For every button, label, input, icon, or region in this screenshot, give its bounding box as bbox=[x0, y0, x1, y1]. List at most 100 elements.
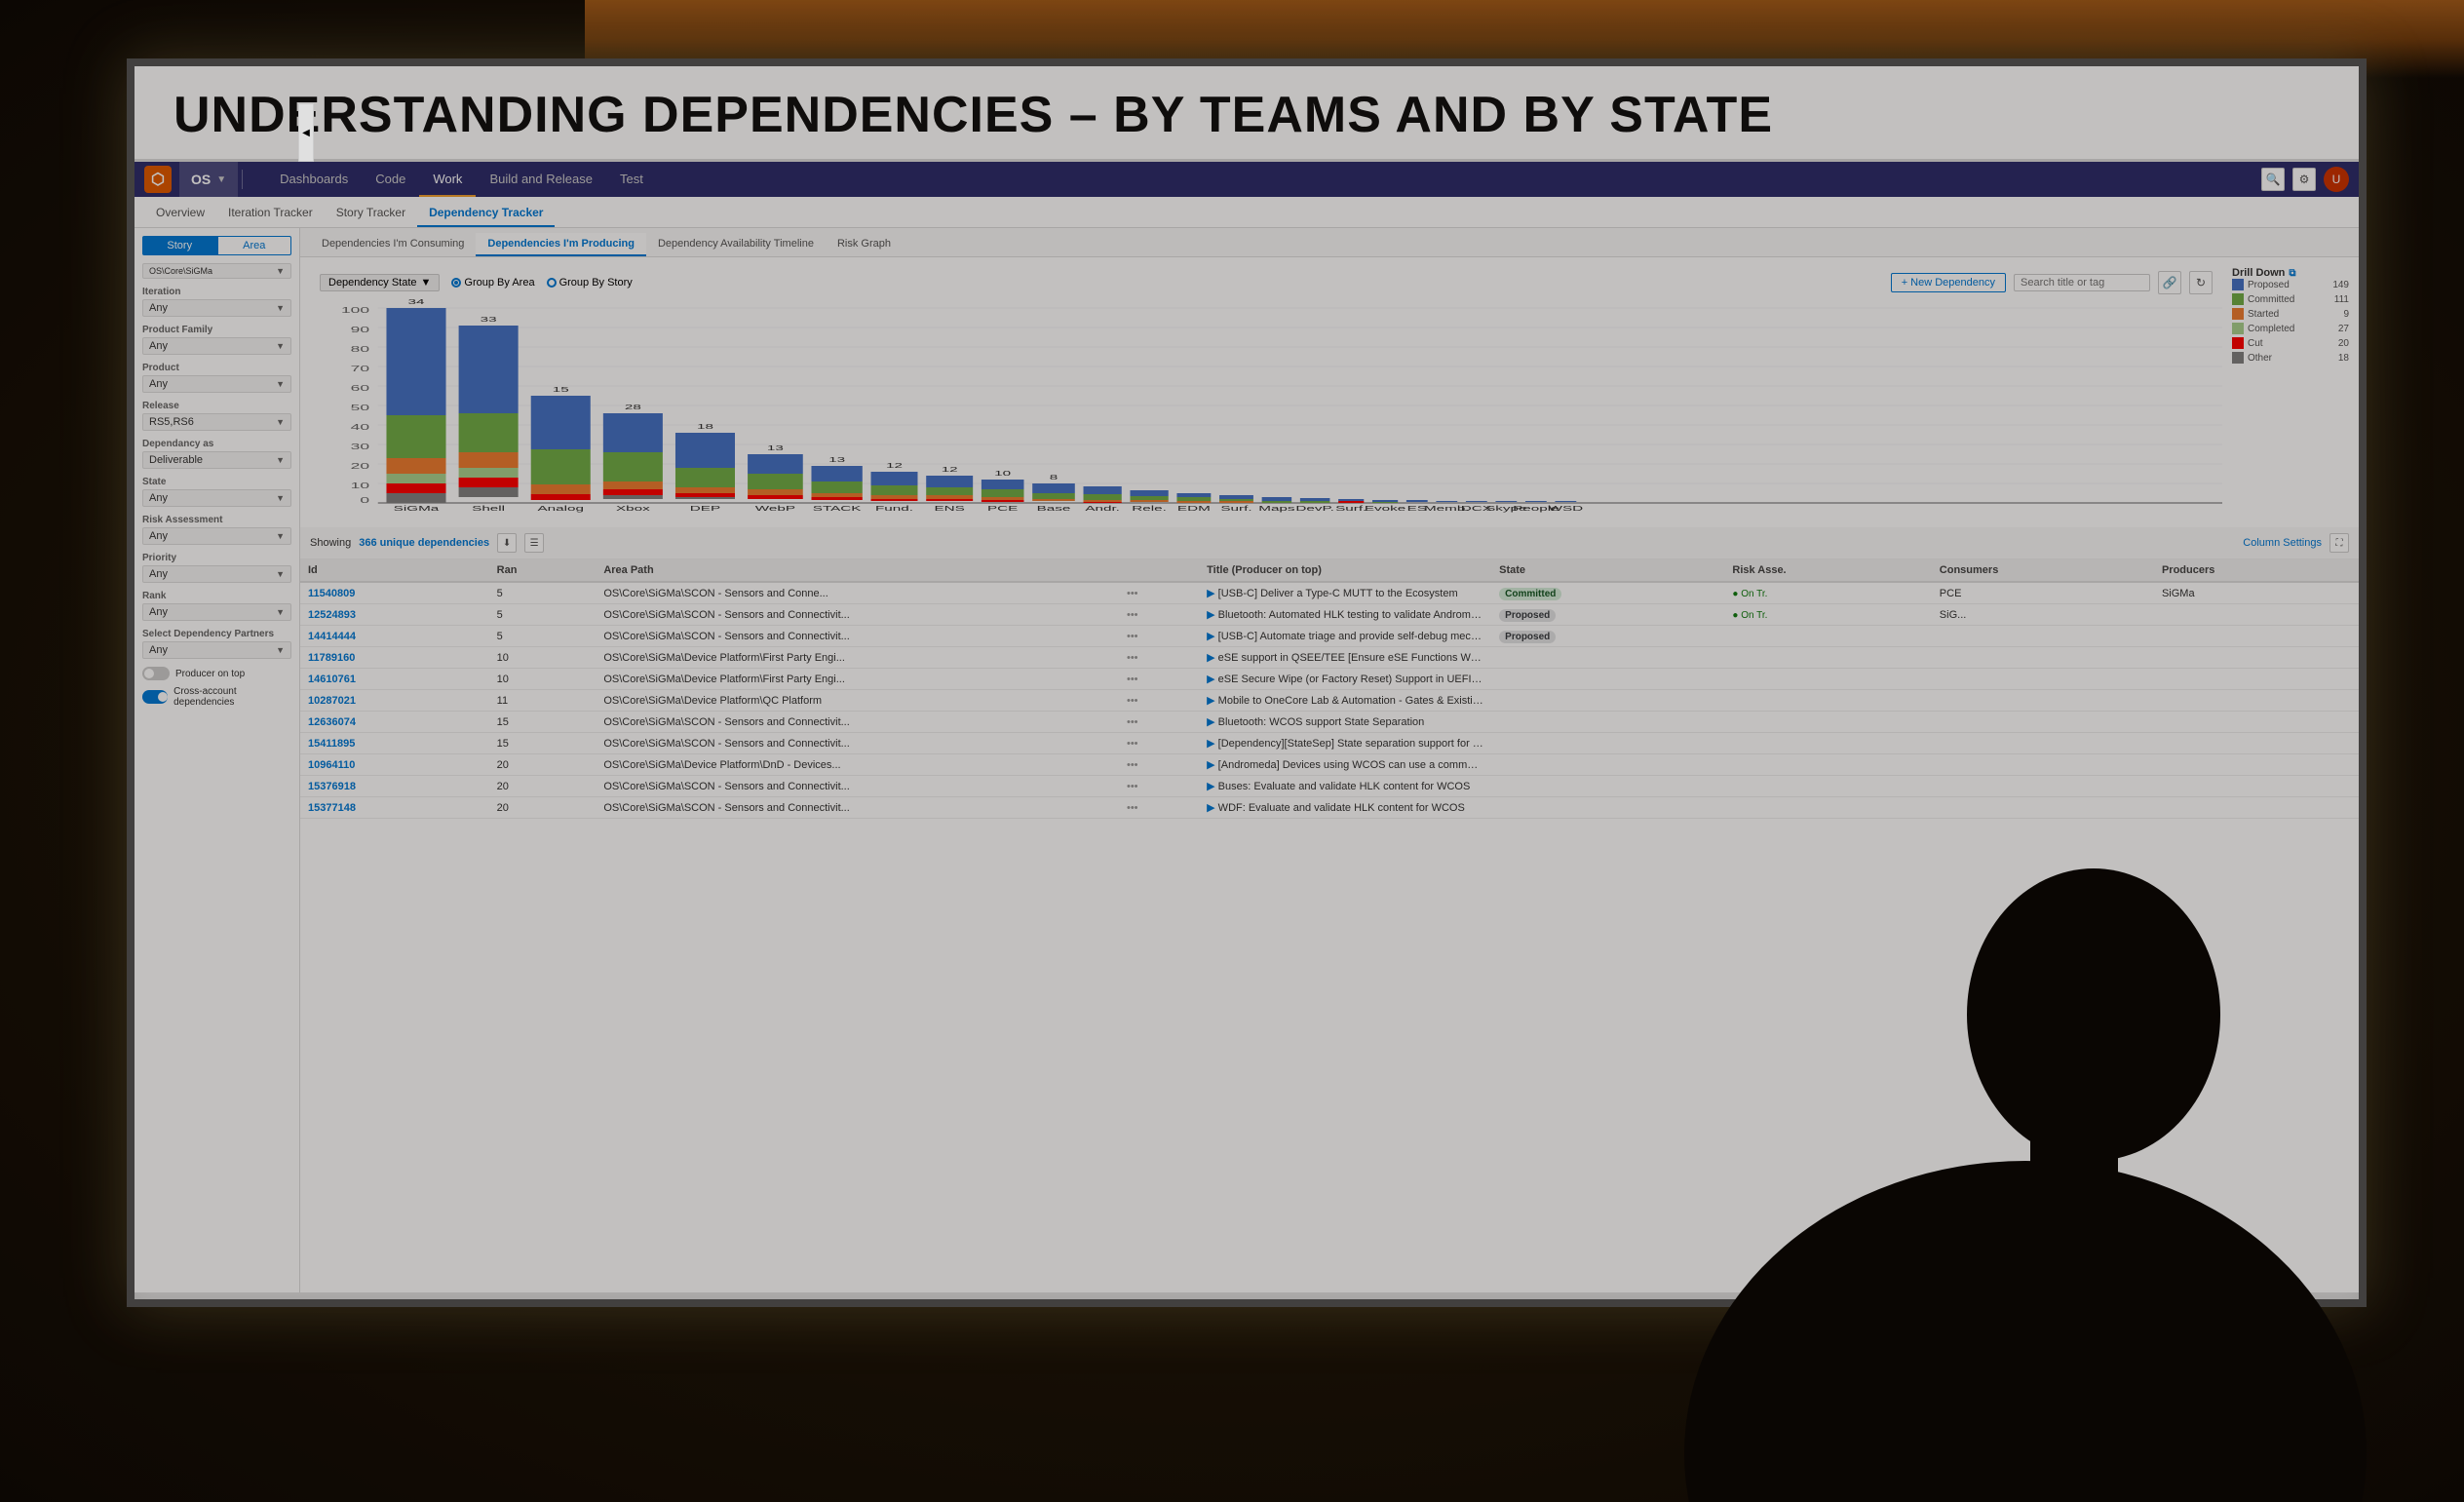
cell-rank: 11 bbox=[489, 690, 597, 712]
settings-icon-btn[interactable]: ⚙ bbox=[2292, 168, 2316, 191]
svg-text:20: 20 bbox=[351, 462, 369, 471]
cell-risk bbox=[1724, 690, 1931, 712]
deliverable-value[interactable]: Deliverable ▼ bbox=[142, 451, 291, 469]
svg-text:50: 50 bbox=[351, 404, 369, 412]
cell-dots[interactable]: ••• bbox=[1119, 712, 1199, 733]
cell-area: OS\Core\SiGMa\SCON - Sensors and Connect… bbox=[596, 776, 1119, 797]
deliverable-label: Dependancy as bbox=[142, 439, 291, 449]
partner-label: Select Dependency Partners bbox=[142, 629, 291, 639]
fullscreen-icon[interactable]: ⛶ bbox=[2329, 533, 2349, 553]
product-family-value[interactable]: Any ▼ bbox=[142, 337, 291, 355]
cell-area: OS\Core\SiGMa\Device Platform\QC Platfor… bbox=[596, 690, 1119, 712]
nav-code[interactable]: Code bbox=[362, 162, 419, 197]
cell-dots[interactable]: ••• bbox=[1119, 604, 1199, 626]
cell-id: 11540809 bbox=[300, 582, 489, 604]
subnav-dependency[interactable]: Dependency Tracker bbox=[417, 200, 555, 227]
col-area[interactable]: Area Path bbox=[596, 559, 1119, 582]
group-by-story-option[interactable]: Group By Story bbox=[547, 277, 633, 289]
user-avatar[interactable]: U bbox=[2324, 167, 2349, 192]
cell-risk bbox=[1724, 754, 1931, 776]
drill-down-icon[interactable]: ⧉ bbox=[2289, 268, 2295, 279]
cell-producers bbox=[2154, 733, 2359, 754]
cell-dots[interactable]: ••• bbox=[1119, 690, 1199, 712]
top-nav-bar: ⬡ OS ▼ Dashboards Code Work Build and Re… bbox=[135, 162, 2359, 197]
cell-producers bbox=[2154, 712, 2359, 733]
col-state[interactable]: State bbox=[1491, 559, 1724, 582]
link-icon-btn[interactable]: 🔗 bbox=[2158, 271, 2181, 294]
subnav-iteration[interactable]: Iteration Tracker bbox=[216, 200, 325, 227]
col-id[interactable]: Id bbox=[300, 559, 489, 582]
dep-state-chevron: ▼ bbox=[421, 277, 432, 289]
release-value[interactable]: RS5,RS6 ▼ bbox=[142, 413, 291, 431]
area-path-value[interactable]: OS\Core\SiGMa ▼ bbox=[142, 263, 291, 279]
producer-toggle[interactable] bbox=[142, 667, 170, 680]
subnav-overview[interactable]: Overview bbox=[144, 200, 216, 227]
export-icon[interactable]: ⬇ bbox=[497, 533, 517, 553]
cell-title: ▶ eSE support in QSEE/TEE [Ensure eSE Fu… bbox=[1199, 647, 1491, 669]
cell-dots[interactable]: ••• bbox=[1119, 626, 1199, 647]
partner-value[interactable]: Any ▼ bbox=[142, 641, 291, 659]
drill-down-label: Drill Down ⧉ bbox=[2232, 267, 2349, 279]
state-value[interactable]: Any ▼ bbox=[142, 489, 291, 507]
svg-text:60: 60 bbox=[351, 384, 369, 393]
product-filter: Product Any ▼ bbox=[142, 363, 291, 393]
cell-dots[interactable]: ••• bbox=[1119, 582, 1199, 604]
nav-work[interactable]: Work bbox=[419, 162, 476, 197]
view-toggle-icon[interactable]: ☰ bbox=[524, 533, 544, 553]
cell-rank: 20 bbox=[489, 754, 597, 776]
product-value[interactable]: Any ▼ bbox=[142, 375, 291, 393]
cell-area: OS\Core\SiGMa\SCON - Sensors and Connect… bbox=[596, 626, 1119, 647]
iteration-value[interactable]: Any ▼ bbox=[142, 299, 291, 317]
col-risk[interactable]: Risk Asse. bbox=[1724, 559, 1931, 582]
risk-value[interactable]: Any ▼ bbox=[142, 527, 291, 545]
svg-text:33: 33 bbox=[481, 316, 497, 324]
group-by-area-option[interactable]: Group By Area bbox=[451, 277, 534, 289]
cell-dots[interactable]: ••• bbox=[1119, 647, 1199, 669]
table-header: Id Ran Area Path Title (Producer on top)… bbox=[300, 559, 2359, 582]
state-label: State bbox=[142, 477, 291, 487]
legend-started: Started 9 bbox=[2232, 308, 2349, 320]
cell-dots[interactable]: ••• bbox=[1119, 776, 1199, 797]
col-title[interactable]: Title (Producer on top) bbox=[1199, 559, 1491, 582]
cell-rank: 10 bbox=[489, 669, 597, 690]
col-consumers[interactable]: Consumers bbox=[1932, 559, 2154, 582]
cell-id: 14610761 bbox=[300, 669, 489, 690]
tab-consuming[interactable]: Dependencies I'm Consuming bbox=[310, 233, 476, 256]
col-producers[interactable]: Producers bbox=[2154, 559, 2359, 582]
nav-dashboards[interactable]: Dashboards bbox=[266, 162, 362, 197]
area-toggle-btn[interactable]: Area bbox=[217, 236, 292, 255]
release-label: Release bbox=[142, 401, 291, 411]
column-settings-btn[interactable]: Column Settings bbox=[2243, 537, 2322, 549]
nav-build[interactable]: Build and Release bbox=[476, 162, 606, 197]
tab-availability[interactable]: Dependency Availability Timeline bbox=[646, 233, 826, 256]
cell-dots[interactable]: ••• bbox=[1119, 797, 1199, 819]
rank-value[interactable]: Any ▼ bbox=[142, 603, 291, 621]
search-icon-btn[interactable]: 🔍 bbox=[2261, 168, 2285, 191]
nav-project[interactable]: OS ▼ bbox=[179, 162, 238, 197]
slide-title: UNDERSTANDING DEPENDENCIES – BY TEAMS AN… bbox=[173, 86, 2320, 144]
col-rank[interactable]: Ran bbox=[489, 559, 597, 582]
search-tag-input[interactable] bbox=[2014, 274, 2150, 291]
svg-text:0: 0 bbox=[360, 496, 369, 505]
cell-dots[interactable]: ••• bbox=[1119, 669, 1199, 690]
cell-dots[interactable]: ••• bbox=[1119, 754, 1199, 776]
ado-logo[interactable]: ⬡ bbox=[144, 166, 172, 193]
dependency-state-dropdown[interactable]: Dependency State ▼ bbox=[320, 274, 440, 291]
table-row: 15377148 20 OS\Core\SiGMa\SCON - Sensors… bbox=[300, 797, 2359, 819]
cell-consumers: SiG... bbox=[1932, 604, 2154, 626]
table-row: 15411895 15 OS\Core\SiGMa\SCON - Sensors… bbox=[300, 733, 2359, 754]
tab-producing[interactable]: Dependencies I'm Producing bbox=[476, 233, 646, 256]
iteration-label: Iteration bbox=[142, 287, 291, 297]
story-toggle-btn[interactable]: Story bbox=[142, 236, 217, 255]
cell-area: OS\Core\SiGMa\SCON - Sensors and Connect… bbox=[596, 712, 1119, 733]
tab-risk[interactable]: Risk Graph bbox=[826, 233, 903, 256]
cell-producers bbox=[2154, 647, 2359, 669]
nav-test[interactable]: Test bbox=[606, 162, 657, 197]
slide-title-area: UNDERSTANDING DEPENDENCIES – BY TEAMS AN… bbox=[135, 66, 2359, 162]
subnav-story[interactable]: Story Tracker bbox=[325, 200, 417, 227]
cell-dots[interactable]: ••• bbox=[1119, 733, 1199, 754]
cross-account-toggle[interactable] bbox=[142, 690, 168, 704]
refresh-icon-btn[interactable]: ↻ bbox=[2189, 271, 2213, 294]
priority-value[interactable]: Any ▼ bbox=[142, 565, 291, 583]
new-dependency-btn[interactable]: + New Dependency bbox=[1891, 273, 2006, 292]
